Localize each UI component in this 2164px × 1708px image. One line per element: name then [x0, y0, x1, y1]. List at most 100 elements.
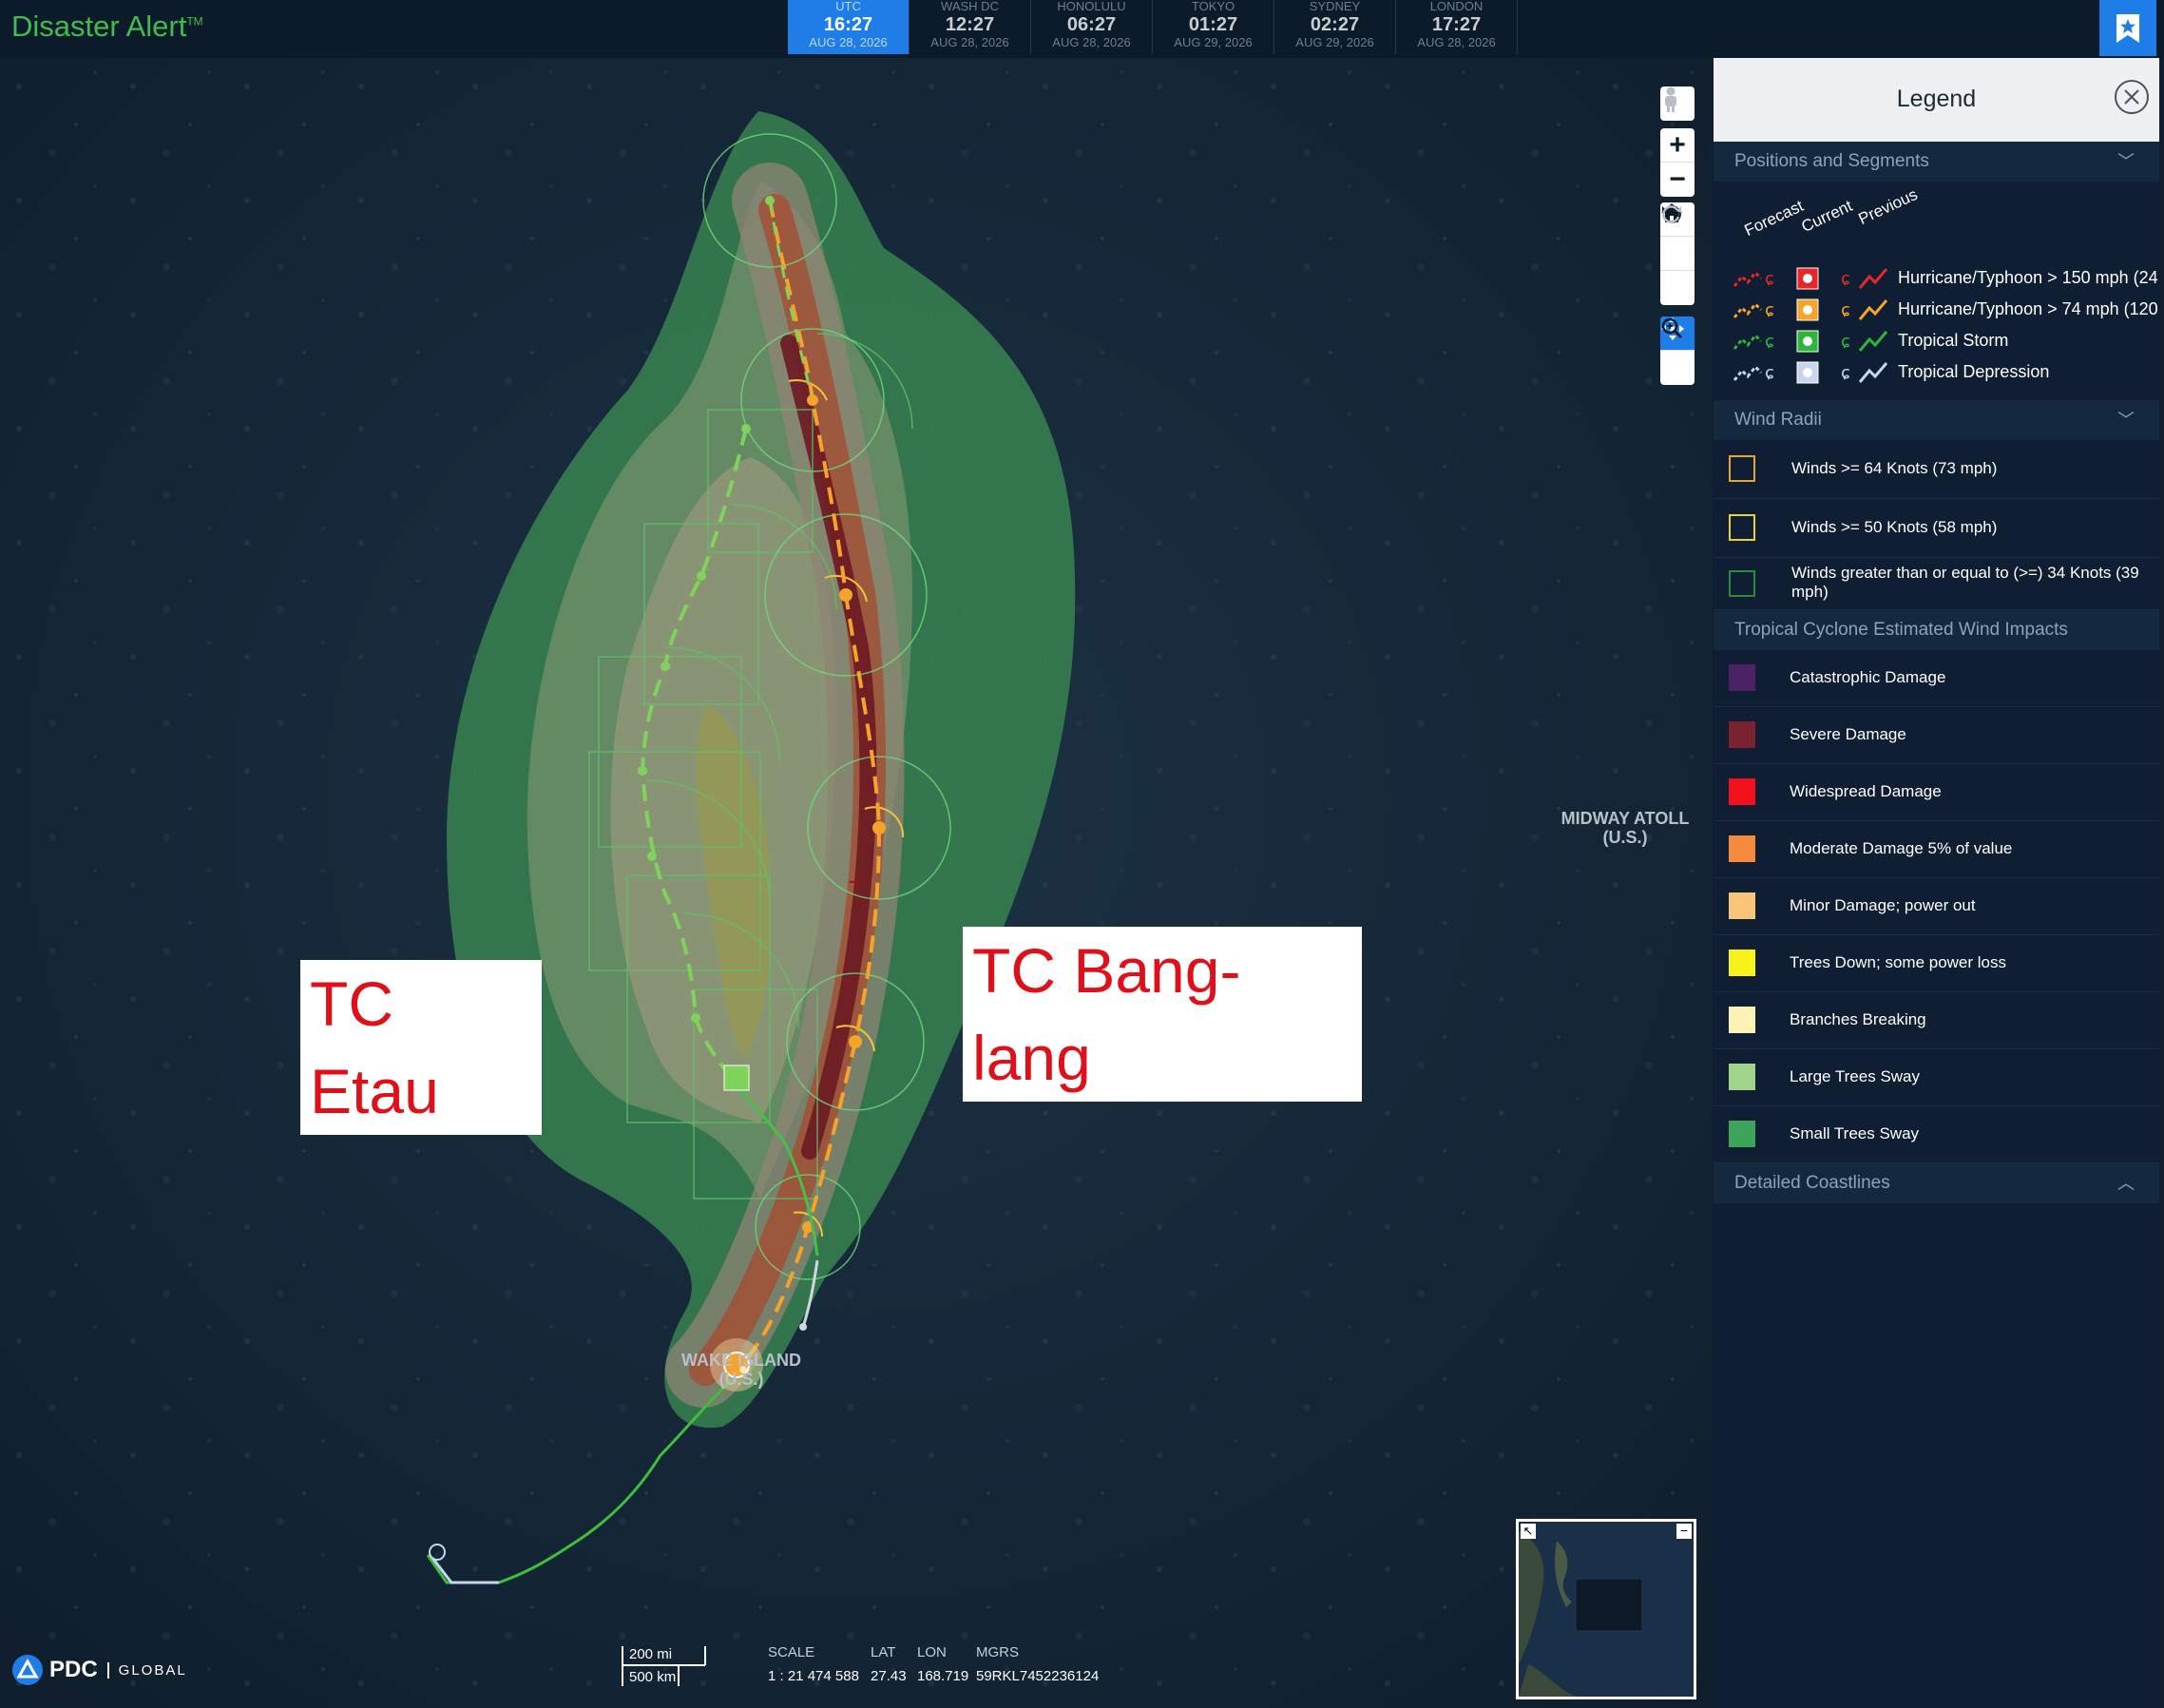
mgrs-label: MGRS: [976, 1644, 1019, 1660]
clock-date: AUG 28, 2026: [809, 35, 888, 49]
chevron-up-icon: ︿: [2117, 1174, 2135, 1193]
clock-time: 01:27: [1188, 14, 1238, 35]
track-symbols-orange-icon: ɕ ɕ: [1733, 298, 1888, 321]
impact-label: Severe Damage: [1790, 725, 1906, 743]
etau-current-position-icon[interactable]: [723, 1065, 750, 1091]
svg-text:ɕ: ɕ: [1765, 300, 1774, 320]
radii-swatch: [1729, 455, 1755, 482]
scale-readout: SCALE 1 : 21 474 588: [768, 1644, 859, 1684]
clock-zone: UTC: [835, 0, 861, 13]
radii-label: Winds greater than or equal to (>=) 34 K…: [1791, 564, 2139, 601]
impact-row-severe: Severe Damage: [1714, 707, 2159, 764]
radii-row-50kt: Winds >= 50 Knots (58 mph): [1714, 499, 2159, 558]
expand-arrow-icon: ↖: [1522, 1524, 1534, 1538]
map-view[interactable]: MIDWAY ATOLL (U.S.) WAKE ISLAND (U.S.) T…: [0, 58, 1713, 1708]
impact-label: Moderate Damage 5% of value: [1790, 839, 2013, 857]
svg-text:ɕ: ɕ: [1841, 269, 1850, 289]
pdc-global-text: GLOBAL: [106, 1661, 187, 1679]
callout-tc-banglang: TC Bang-lang: [963, 927, 1362, 1102]
minus-icon: −: [1679, 1523, 1689, 1538]
zoom-box-button[interactable]: [1660, 317, 1695, 385]
lon-label: LON: [917, 1644, 947, 1660]
clock-zone: SYDNEY: [1309, 0, 1361, 13]
clock-time: 16:27: [823, 14, 873, 35]
clock-date: AUG 29, 2026: [1295, 35, 1374, 49]
radii-label: Winds >= 64 Knots (73 mph): [1791, 459, 1998, 477]
clock-utc[interactable]: UTC 16:27 AUG 28, 2026: [788, 0, 910, 54]
pegman-button[interactable]: [1660, 86, 1695, 121]
clock-sydney[interactable]: SYDNEY 02:27 AUG 29, 2026: [1274, 0, 1396, 54]
rotate-right-button[interactable]: [1660, 205, 1695, 305]
section-wind-radii-header[interactable]: Wind Radii ﹀: [1714, 400, 2159, 440]
clock-honolulu[interactable]: HONOLULU 06:27 AUG 28, 2026: [1031, 0, 1153, 54]
clock-london[interactable]: LONDON 17:27 AUG 28, 2026: [1396, 0, 1518, 54]
impact-swatch: [1729, 892, 1755, 919]
section-impacts-header[interactable]: Tropical Cyclone Estimated Wind Impacts: [1714, 610, 2159, 650]
column-current: Current: [1798, 196, 1855, 237]
svg-text:ɕ: ɕ: [1841, 332, 1850, 352]
position-row-cat-high: ɕ ɕ Hurricane/Typhoon > 150 mph (24: [1733, 263, 2158, 292]
positions-table: Forecast Current Previous ɕ ɕ Hurricane/…: [1714, 182, 2159, 400]
clock-zone: WASH DC: [941, 0, 999, 13]
clock-time: 12:27: [945, 14, 995, 35]
minimap-graphic: [1519, 1522, 1694, 1697]
track-symbols-red-icon: ɕ ɕ: [1733, 267, 1888, 290]
impact-swatch: [1729, 835, 1755, 862]
app-title[interactable]: Disaster AlertTM: [11, 10, 203, 44]
map-canvas[interactable]: [0, 58, 1713, 1708]
radii-row-34kt: Winds greater than or equal to (>=) 34 K…: [1714, 558, 2159, 610]
impact-swatch: [1729, 1064, 1755, 1090]
bookmark-button[interactable]: [2099, 0, 2156, 56]
legend-header: Legend: [1714, 58, 2159, 142]
impact-swatch: [1729, 1121, 1755, 1147]
midway-atoll-label: MIDWAY ATOLL (U.S.): [1540, 809, 1711, 847]
position-row-storm: ɕ ɕ Tropical Storm: [1733, 326, 2008, 355]
svg-text:ɕ: ɕ: [1765, 269, 1774, 289]
track-symbols-green-icon: ɕ ɕ: [1733, 330, 1888, 353]
impact-row-widespread: Widespread Damage: [1714, 764, 2159, 821]
clock-zone: LONDON: [1429, 0, 1484, 13]
radii-swatch: [1729, 570, 1755, 597]
section-title: Tropical Cyclone Estimated Wind Impacts: [1734, 620, 2068, 640]
impact-label: Catastrophic Damage: [1790, 668, 1946, 686]
trademark: TM: [186, 14, 203, 29]
impact-row-trees-down: Trees Down; some power loss: [1714, 935, 2159, 992]
legend-close-button[interactable]: [2114, 79, 2150, 115]
clock-wash-dc[interactable]: WASH DC 12:27 AUG 28, 2026: [910, 0, 1031, 54]
world-clocks: UTC 16:27 AUG 28, 2026 WASH DC 12:27 AUG…: [788, 0, 1518, 54]
section-positions-header[interactable]: Positions and Segments ﹀: [1714, 142, 2159, 182]
section-title: Positions and Segments: [1734, 151, 1929, 171]
zoom-box-icon: [1661, 317, 1683, 339]
zoom-out-button[interactable]: −: [1660, 163, 1695, 197]
zoom-in-button[interactable]: +: [1660, 128, 1695, 163]
pegman-icon: [1665, 86, 1676, 112]
rotate-left-button[interactable]: [1660, 205, 1695, 271]
tool-controls: [1660, 317, 1695, 385]
clock-date: AUG 28, 2026: [930, 35, 1009, 49]
app-title-text: Disaster Alert: [11, 10, 187, 43]
lat-readout: LAT 27.43: [871, 1644, 907, 1684]
impact-row-catastrophic: Catastrophic Damage: [1714, 650, 2159, 707]
clock-tokyo[interactable]: TOKYO 01:27 AUG 29, 2026: [1153, 0, 1274, 54]
radii-label: Winds >= 50 Knots (58 mph): [1791, 518, 1998, 536]
mgrs-value: 59RKL7452236124: [976, 1668, 1100, 1684]
impact-label: Minor Damage; power out: [1790, 896, 1976, 914]
impact-swatch: [1729, 950, 1755, 976]
impact-swatch: [1729, 721, 1755, 748]
pdc-logo[interactable]: PDC GLOBAL: [11, 1654, 187, 1686]
section-coastlines-header[interactable]: Detailed Coastlines ︿: [1714, 1163, 2159, 1203]
position-label: Hurricane/Typhoon > 150 mph (24: [1898, 267, 2158, 287]
overview-minimap[interactable]: ↖ −: [1516, 1519, 1696, 1699]
radii-swatch: [1729, 514, 1755, 541]
clock-zone: HONOLULU: [1057, 0, 1126, 13]
zoom-out-icon: −: [1669, 163, 1686, 195]
mgrs-readout: MGRS 59RKL7452236124: [976, 1644, 1099, 1684]
minimap-collapse-button[interactable]: −: [1676, 1524, 1692, 1539]
svg-text:ɕ: ɕ: [1765, 363, 1774, 383]
midway-name: MIDWAY ATOLL: [1561, 809, 1690, 828]
impact-label: Large Trees Sway: [1790, 1067, 1921, 1085]
svg-text:ɕ: ɕ: [1765, 332, 1774, 352]
wake-island-label: WAKE ISLAND (U.S.): [665, 1351, 817, 1389]
impact-row-minor: Minor Damage; power out: [1714, 878, 2159, 935]
minimap-toggle-button[interactable]: ↖: [1521, 1524, 1536, 1539]
